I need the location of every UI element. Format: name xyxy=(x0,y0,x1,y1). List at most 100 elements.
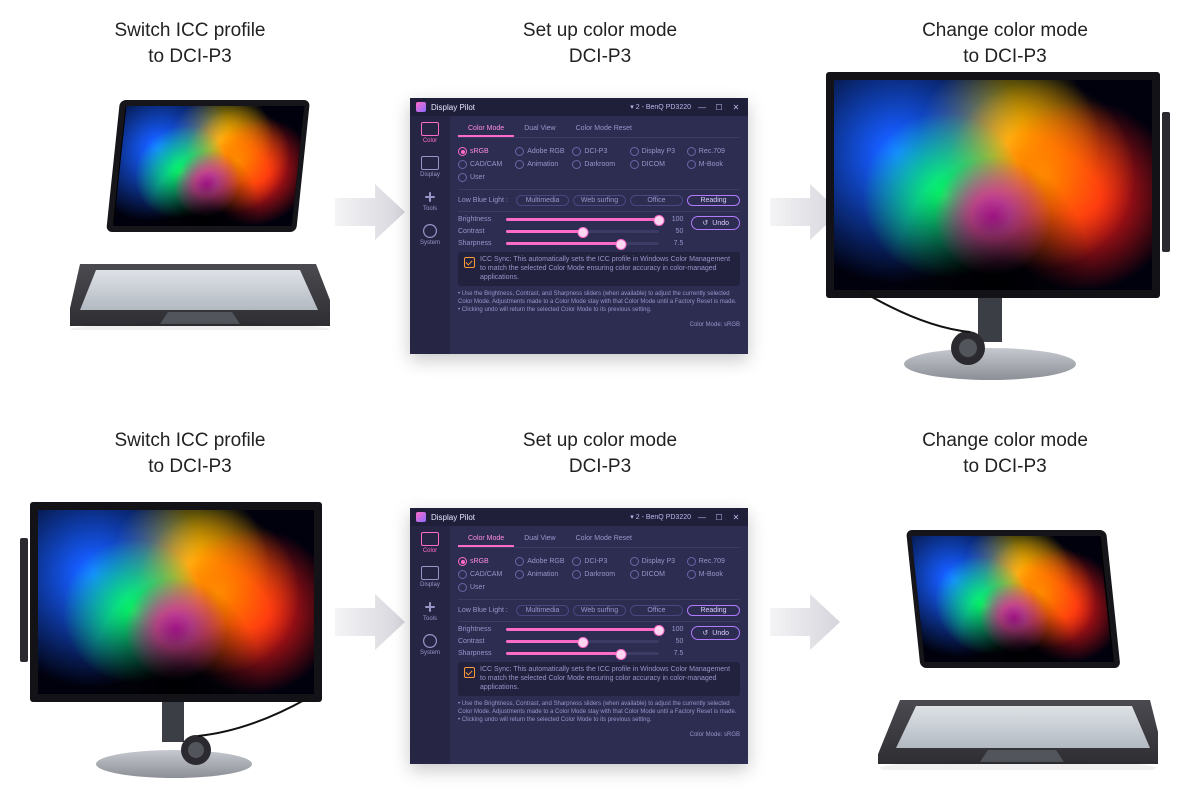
radio-icon xyxy=(458,557,467,566)
lowblue-option[interactable]: Office xyxy=(630,605,683,616)
color-mode-option[interactable]: DICOM xyxy=(630,570,683,579)
radio-icon xyxy=(458,173,467,182)
color-mode-option[interactable]: M-Book xyxy=(687,160,740,169)
label-switch-icc: Switch ICC profileto DCI-P3 xyxy=(50,428,330,479)
radio-icon xyxy=(458,147,467,156)
arrow-icon xyxy=(770,590,840,654)
lowblue-option[interactable]: Multimedia xyxy=(516,605,569,616)
color-mode-label: Display P3 xyxy=(642,558,675,565)
color-mode-option[interactable]: Animation xyxy=(515,570,568,579)
lowblue-label: Low Blue Light : xyxy=(458,607,510,614)
tab-color mode[interactable]: Color Mode xyxy=(458,122,514,137)
color-mode-option[interactable]: DCI-P3 xyxy=(572,147,625,156)
slider-sharpness[interactable]: Sharpness 7.5 xyxy=(458,240,683,247)
monitor-dropdown[interactable]: ▾ 2 - BenQ PD3220 xyxy=(630,513,691,521)
slider-track[interactable] xyxy=(506,242,659,245)
color-mode-option[interactable]: Adobe RGB xyxy=(515,557,568,566)
maximize-button[interactable]: ☐ xyxy=(713,513,725,522)
tab-dual view[interactable]: Dual View xyxy=(514,122,565,137)
sidebar-item-label: System xyxy=(420,650,440,656)
color-mode-option[interactable]: Darkroom xyxy=(572,570,625,579)
slider-track[interactable] xyxy=(506,640,659,643)
slider-value: 7.5 xyxy=(665,650,683,657)
monitor-device xyxy=(20,502,330,794)
radio-icon xyxy=(630,557,639,566)
slider-contrast[interactable]: Contrast 50 xyxy=(458,638,683,645)
color-mode-label: Adobe RGB xyxy=(527,558,564,565)
color-mode-option[interactable]: Display P3 xyxy=(630,147,683,156)
icc-checkbox[interactable] xyxy=(464,667,475,678)
color-mode-option[interactable]: M-Book xyxy=(687,570,740,579)
lowblue-option[interactable]: Reading xyxy=(687,605,740,616)
slider-contrast[interactable]: Contrast 50 xyxy=(458,228,683,235)
color-mode-option[interactable]: Display P3 xyxy=(630,557,683,566)
lowblue-option[interactable]: Web surfing xyxy=(573,605,626,616)
slider-value: 7.5 xyxy=(665,240,683,247)
slider-brightness[interactable]: Brightness 100 xyxy=(458,216,683,223)
maximize-button[interactable]: ☐ xyxy=(713,103,725,112)
color-mode-option[interactable]: sRGB xyxy=(458,557,511,566)
color-mode-label: Animation xyxy=(527,571,558,578)
tab-dual view[interactable]: Dual View xyxy=(514,532,565,547)
slider-track[interactable] xyxy=(506,652,659,655)
undo-button[interactable]: ↺Undo xyxy=(691,216,740,230)
tab-color mode reset[interactable]: Color Mode Reset xyxy=(566,532,642,547)
color-mode-option[interactable]: Adobe RGB xyxy=(515,147,568,156)
color-mode-option[interactable]: Darkroom xyxy=(572,160,625,169)
color-mode-option[interactable]: CAD/CAM xyxy=(458,160,511,169)
monitor-dropdown[interactable]: ▾ 2 - BenQ PD3220 xyxy=(630,103,691,111)
color-mode-option[interactable]: Rec.709 xyxy=(687,557,740,566)
radio-icon xyxy=(687,160,696,169)
slider-track[interactable] xyxy=(506,218,659,221)
color-mode-label: Adobe RGB xyxy=(527,148,564,155)
sidebar-item-display[interactable]: Display xyxy=(414,566,446,588)
sidebar-item-color[interactable]: Color xyxy=(414,122,446,144)
label-change-colormode: Change color modeto DCI-P3 xyxy=(860,428,1150,479)
lowblue-option[interactable]: Multimedia xyxy=(516,195,569,206)
icc-checkbox[interactable] xyxy=(464,257,475,268)
minimize-button[interactable]: — xyxy=(696,513,708,522)
sidebar-item-label: Display xyxy=(420,582,440,588)
note-text: • Clicking undo will return the selected… xyxy=(458,307,740,315)
slider-sharpness[interactable]: Sharpness 7.5 xyxy=(458,650,683,657)
color-mode-option[interactable]: User xyxy=(458,583,511,592)
slider-value: 100 xyxy=(665,626,683,633)
app-name: Display Pilot xyxy=(431,513,475,522)
color-mode-label: User xyxy=(470,584,485,591)
color-mode-option[interactable]: DICOM xyxy=(630,160,683,169)
color-mode-option[interactable]: CAD/CAM xyxy=(458,570,511,579)
sidebar: Color Display Tools System xyxy=(410,526,450,764)
color-mode-option[interactable]: Rec.709 xyxy=(687,147,740,156)
slider-value: 100 xyxy=(665,216,683,223)
slider-brightness[interactable]: Brightness 100 xyxy=(458,626,683,633)
color-mode-option[interactable]: DCI-P3 xyxy=(572,557,625,566)
tab-color mode[interactable]: Color Mode xyxy=(458,532,514,547)
color-mode-label: Rec.709 xyxy=(699,558,725,565)
color-mode-label: DICOM xyxy=(642,161,665,168)
color-mode-label: Darkroom xyxy=(584,161,615,168)
sidebar-item-tools[interactable]: Tools xyxy=(414,190,446,212)
undo-button[interactable]: ↺Undo xyxy=(691,626,740,640)
sidebar-item-color[interactable]: Color xyxy=(414,532,446,554)
sidebar-item-label: Tools xyxy=(423,616,437,622)
sidebar-item-tools[interactable]: Tools xyxy=(414,600,446,622)
radio-icon xyxy=(515,557,524,566)
close-button[interactable]: ✕ xyxy=(730,103,742,112)
color-mode-option[interactable]: User xyxy=(458,173,511,182)
color-mode-option[interactable]: Animation xyxy=(515,160,568,169)
slider-track[interactable] xyxy=(506,628,659,631)
minimize-button[interactable]: — xyxy=(696,103,708,112)
radio-icon xyxy=(572,557,581,566)
slider-label: Sharpness xyxy=(458,650,500,657)
color-mode-option[interactable]: sRGB xyxy=(458,147,511,156)
lowblue-option[interactable]: Office xyxy=(630,195,683,206)
tab-color mode reset[interactable]: Color Mode Reset xyxy=(566,122,642,137)
sidebar-item-system[interactable]: System xyxy=(414,634,446,656)
lowblue-row: Low Blue Light : Multimedia Web surfing Of… xyxy=(458,599,740,616)
lowblue-option[interactable]: Reading xyxy=(687,195,740,206)
sidebar-item-system[interactable]: System xyxy=(414,224,446,246)
close-button[interactable]: ✕ xyxy=(730,513,742,522)
slider-track[interactable] xyxy=(506,230,659,233)
lowblue-option[interactable]: Web surfing xyxy=(573,195,626,206)
sidebar-item-display[interactable]: Display xyxy=(414,156,446,178)
